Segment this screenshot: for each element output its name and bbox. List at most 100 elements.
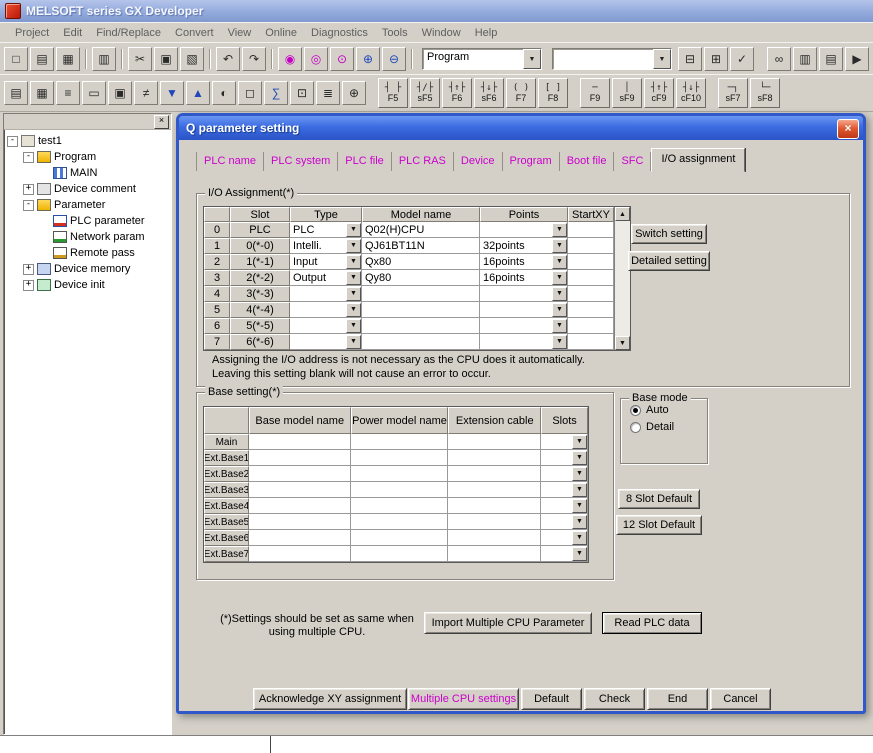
type-dropdown-cell[interactable]: Intelli. ▼ [290, 238, 362, 254]
start-monitor-icon[interactable]: ◐ [212, 81, 236, 105]
dialog-titlebar[interactable]: Q parameter setting [179, 116, 863, 140]
close-icon[interactable]: × [154, 115, 169, 129]
model-name-cell[interactable] [362, 334, 480, 350]
ladder-mode-icon[interactable]: ⊟ [678, 47, 702, 71]
base-model-name-cell[interactable] [249, 498, 351, 514]
comment-display-icon[interactable]: ≣ [316, 81, 340, 105]
dropdown-arrow-icon[interactable]: ▼ [346, 287, 361, 301]
tab[interactable]: PLC name [196, 152, 264, 171]
base-model-name-cell[interactable] [249, 450, 351, 466]
read-plc-data-button[interactable]: Read PLC data [602, 612, 702, 634]
tree-item[interactable]: MAIN [4, 165, 171, 181]
new-project-icon[interactable]: □ [4, 47, 28, 71]
menu-item[interactable]: View [221, 25, 259, 41]
vertical-scrollbar[interactable]: ▲ ▼ [614, 207, 630, 350]
paste-icon[interactable]: ▧ [180, 47, 204, 71]
power-model-name-cell[interactable] [351, 546, 449, 562]
power-model-name-cell[interactable] [351, 530, 449, 546]
base-model-name-cell[interactable] [249, 482, 351, 498]
base-mode-radio[interactable]: Auto [630, 404, 707, 416]
base-model-name-cell[interactable] [249, 434, 351, 450]
expand-toggle-icon[interactable]: + [23, 184, 34, 195]
expand-toggle-icon[interactable]: + [23, 280, 34, 291]
multiple-cpu-settings-button[interactable]: Multiple CPU settings [408, 688, 519, 710]
sfc-mode-icon[interactable]: ⊞ [704, 47, 728, 71]
base-model-name-cell[interactable] [249, 530, 351, 546]
radio-button-icon[interactable] [630, 422, 641, 433]
model-name-cell[interactable]: QJ61BT11N [362, 238, 480, 254]
cancel-button[interactable]: Cancel [710, 688, 771, 710]
points-dropdown-cell[interactable]: ▼ [480, 222, 568, 238]
tab[interactable]: Boot file [560, 152, 615, 171]
extension-cable-cell[interactable] [448, 514, 541, 530]
statement-icon[interactable]: ≡ [56, 81, 80, 105]
type-dropdown-cell[interactable]: ▼ [290, 286, 362, 302]
type-dropdown-cell[interactable]: Input ▼ [290, 254, 362, 270]
project-data-list-icon[interactable]: ▤ [4, 81, 28, 105]
dropdown-arrow-icon[interactable]: ▼ [572, 499, 587, 513]
find-contact-icon[interactable]: ◉ [278, 47, 302, 71]
extension-cable-cell[interactable] [448, 434, 541, 450]
points-dropdown-cell[interactable]: 32points ▼ [480, 238, 568, 254]
redo-icon[interactable]: ↷ [242, 47, 266, 71]
slots-dropdown-cell[interactable]: ▼ [541, 466, 588, 482]
power-model-name-cell[interactable] [351, 434, 449, 450]
tab[interactable]: PLC system [264, 152, 338, 171]
expand-toggle-icon[interactable]: + [23, 264, 34, 275]
tree-panel-header[interactable]: × [4, 114, 171, 130]
dropdown-arrow-icon[interactable]: ▼ [572, 483, 587, 497]
points-dropdown-cell[interactable]: 16points ▼ [480, 254, 568, 270]
menu-item[interactable]: Help [468, 25, 505, 41]
fkey-button[interactable]: ( ) F7 [506, 78, 536, 108]
type-dropdown-cell[interactable]: PLC ▼ [290, 222, 362, 238]
base-model-name-cell[interactable] [249, 466, 351, 482]
cut-icon[interactable]: ✂ [128, 47, 152, 71]
device-test-icon[interactable]: ▤ [819, 47, 843, 71]
find-coil-icon[interactable]: ◎ [304, 47, 328, 71]
menu-item[interactable]: Edit [56, 25, 89, 41]
tree-item[interactable]: - Parameter [4, 197, 171, 213]
fkey-button[interactable]: ─ F9 [580, 78, 610, 108]
tree-item[interactable]: PLC parameter [4, 213, 171, 229]
fkey-button[interactable]: ┤↓├ cF10 [676, 78, 706, 108]
delete-row-icon[interactable]: ⊡ [290, 81, 314, 105]
points-dropdown-cell[interactable]: 16points ▼ [480, 270, 568, 286]
extension-cable-cell[interactable] [448, 546, 541, 562]
zoom-icon[interactable]: ⊕ [342, 81, 366, 105]
extension-cable-cell[interactable] [448, 466, 541, 482]
tab[interactable]: PLC RAS [392, 152, 454, 171]
fkey-button[interactable]: ┤ ├ F5 [378, 78, 408, 108]
menu-item[interactable]: Project [8, 25, 56, 41]
model-name-cell[interactable] [362, 302, 480, 318]
base-model-name-cell[interactable] [249, 514, 351, 530]
default-button[interactable]: Default [521, 688, 582, 710]
power-model-name-cell[interactable] [351, 450, 449, 466]
secondary-combobox[interactable]: ▼ [552, 48, 672, 70]
chevron-down-icon[interactable]: ▼ [523, 49, 541, 69]
model-name-cell[interactable]: Qy80 [362, 270, 480, 286]
dropdown-arrow-icon[interactable]: ▼ [346, 255, 361, 269]
startxy-cell[interactable] [568, 302, 614, 318]
fkey-button[interactable]: │ sF9 [612, 78, 642, 108]
slots-dropdown-cell[interactable]: ▼ [541, 498, 588, 514]
stop-monitor-icon[interactable]: ◻ [238, 81, 262, 105]
scroll-up-icon[interactable]: ▲ [615, 207, 630, 221]
tab[interactable]: PLC file [338, 152, 392, 171]
points-dropdown-cell[interactable]: ▼ [480, 318, 568, 334]
startxy-cell[interactable] [568, 254, 614, 270]
menu-item[interactable]: Diagnostics [304, 25, 375, 41]
points-dropdown-cell[interactable]: ▼ [480, 286, 568, 302]
slots-dropdown-cell[interactable]: ▼ [541, 482, 588, 498]
slots-dropdown-cell[interactable]: ▼ [541, 434, 588, 450]
dropdown-arrow-icon[interactable]: ▼ [346, 303, 361, 317]
points-dropdown-cell[interactable]: ▼ [480, 334, 568, 350]
tree-item[interactable]: - test1 [4, 133, 171, 149]
find-instruction-icon[interactable]: ⊕ [356, 47, 380, 71]
startxy-cell[interactable] [568, 286, 614, 302]
ladder-monitor-icon[interactable]: ▥ [793, 47, 817, 71]
print-icon[interactable]: ▥ [92, 47, 116, 71]
menu-item[interactable]: Window [415, 25, 468, 41]
type-dropdown-cell[interactable]: ▼ [290, 302, 362, 318]
open-project-icon[interactable]: ▤ [30, 47, 54, 71]
type-dropdown-cell[interactable]: ▼ [290, 318, 362, 334]
